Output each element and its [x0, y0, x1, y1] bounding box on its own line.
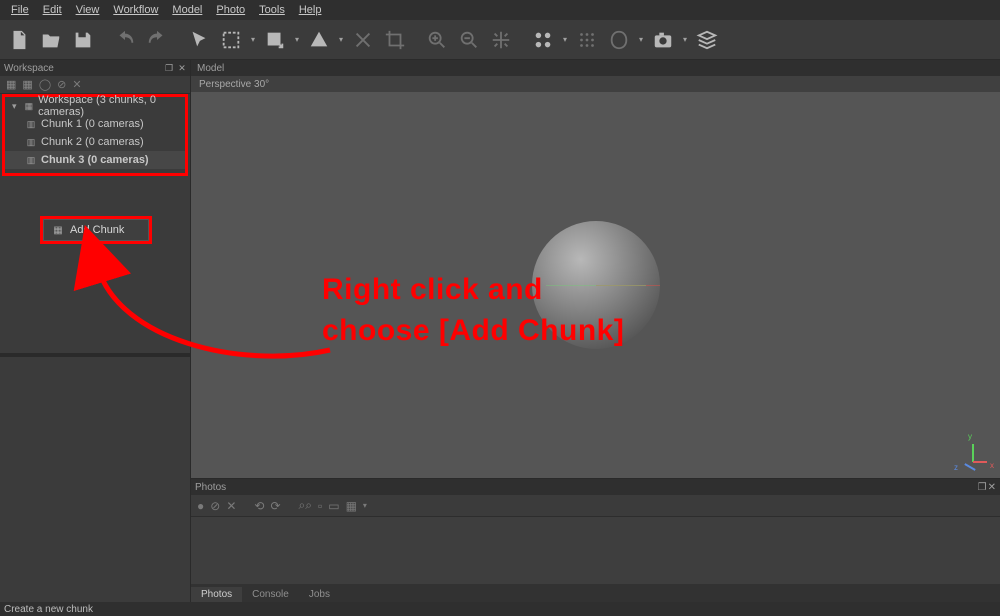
photos-grid-dropdown[interactable]: ▾ [363, 501, 367, 510]
workspace-tree[interactable]: ▾ ▦ Workspace (3 chunks, 0 cameras) ▥ Ch… [5, 97, 185, 169]
context-menu-add-chunk[interactable]: ▦ Add Chunk [43, 219, 149, 241]
ws-add-chunk2-icon[interactable]: ▦ [22, 78, 32, 91]
redo-button[interactable] [142, 25, 172, 55]
workspace-panel-header: Workspace ❐ ✕ [0, 60, 190, 76]
chunk-icon: ▥ [25, 154, 37, 166]
zoom-out-button[interactable] [454, 25, 484, 55]
tree-item-label: Chunk 2 (0 cameras) [41, 136, 144, 148]
model-panel-title: Model [197, 63, 224, 74]
tree-root[interactable]: ▾ ▦ Workspace (3 chunks, 0 cameras) [5, 97, 185, 115]
panel-float-icon[interactable]: ❐ [978, 482, 987, 493]
main-toolbar: ▾ ▾ ▾ ▾ ▾ ▾ [0, 20, 1000, 60]
axis-gizmo: yxz [958, 438, 988, 468]
tree-root-label: Workspace (3 chunks, 0 cameras) [38, 94, 185, 118]
layers-button[interactable] [692, 25, 722, 55]
workspace-icon: ▦ [24, 100, 35, 112]
crop-button[interactable] [380, 25, 410, 55]
menu-help[interactable]: Help [292, 2, 329, 18]
photos-rotate-cw-icon[interactable]: ⟳ [270, 499, 280, 513]
menu-photo[interactable]: Photo [209, 2, 252, 18]
save-button[interactable] [68, 25, 98, 55]
photos-body [191, 517, 1000, 584]
camera-dropdown[interactable]: ▾ [680, 35, 690, 44]
view-model-button[interactable] [604, 25, 634, 55]
photos-disable-icon[interactable]: ⊘ [210, 499, 220, 513]
menu-workflow[interactable]: Workflow [106, 2, 165, 18]
photos-detail-icon[interactable]: ▭ [328, 499, 339, 513]
open-file-button[interactable] [36, 25, 66, 55]
status-text: Create a new chunk [4, 604, 93, 615]
menu-bar: File Edit View Workflow Model Photo Tool… [0, 0, 1000, 20]
photos-toolbar: ● ⊘ ✕ ⟲ ⟳ ⌕⌕ ▫ ▭ ▦ ▾ [191, 495, 1000, 517]
move-region-dropdown[interactable]: ▾ [292, 35, 302, 44]
ws-add-chunk-icon[interactable]: ▦ [6, 78, 16, 91]
workspace-panel: Workspace ❐ ✕ ▦ ▦ ◯ ⊘ ✕ ▾ ▦ Workspace (3… [0, 60, 191, 602]
photos-grid-icon[interactable]: ▦ [346, 499, 357, 513]
annotation-tree-highlight: ▾ ▦ Workspace (3 chunks, 0 cameras) ▥ Ch… [2, 94, 188, 176]
ws-remove-icon[interactable]: ✕ [72, 78, 81, 91]
view-points-dropdown[interactable]: ▾ [560, 35, 570, 44]
photos-enable-icon[interactable]: ● [197, 499, 204, 513]
tab-photos[interactable]: Photos [191, 587, 242, 602]
new-file-button[interactable] [4, 25, 34, 55]
move-region-button[interactable] [260, 25, 290, 55]
viewport-label: Perspective 30° [199, 79, 269, 90]
zoom-in-button[interactable] [422, 25, 452, 55]
status-bar: Create a new chunk [0, 602, 1000, 616]
tree-chunk-3[interactable]: ▥ Chunk 3 (0 cameras) [5, 151, 185, 169]
photos-remove-icon[interactable]: ✕ [226, 499, 236, 513]
undo-button[interactable] [110, 25, 140, 55]
transform-button[interactable] [304, 25, 334, 55]
panel-float-icon[interactable]: ❐ [163, 62, 175, 74]
tree-item-label: Chunk 3 (0 cameras) [41, 154, 149, 166]
menu-model[interactable]: Model [165, 2, 209, 18]
menu-tools[interactable]: Tools [252, 2, 292, 18]
rect-select-dropdown[interactable]: ▾ [248, 35, 258, 44]
photos-panel: Photos ❐ ✕ ● ⊘ ✕ ⟲ ⟳ ⌕⌕ ▫ ▭ ▦ ▾ [191, 478, 1000, 602]
annotation-text: Right click and choose [Add Chunk] [322, 270, 624, 351]
ws-enable-icon[interactable]: ◯ [39, 78, 51, 91]
menu-view[interactable]: View [69, 2, 107, 18]
view-points-button[interactable] [528, 25, 558, 55]
model-panel-header: Model [191, 60, 1000, 76]
chunk-icon: ▥ [25, 136, 37, 148]
photos-rotate-ccw-icon[interactable]: ⟲ [254, 499, 264, 513]
tab-jobs[interactable]: Jobs [299, 587, 340, 602]
view-model-dropdown[interactable]: ▾ [636, 35, 646, 44]
tree-item-label: Chunk 1 (0 cameras) [41, 118, 144, 130]
add-chunk-icon: ▦ [52, 224, 64, 236]
tab-console[interactable]: Console [242, 587, 299, 602]
view-dense-button[interactable] [572, 25, 602, 55]
bottom-tabs: Photos Console Jobs [191, 584, 1000, 602]
workspace-toolbar: ▦ ▦ ◯ ⊘ ✕ [0, 76, 190, 94]
fit-button[interactable] [486, 25, 516, 55]
camera-button[interactable] [648, 25, 678, 55]
photos-panel-header: Photos ❐ ✕ [191, 479, 1000, 495]
transform-dropdown[interactable]: ▾ [336, 35, 346, 44]
chunk-icon: ▥ [25, 118, 37, 130]
ws-disable-icon[interactable]: ⊘ [57, 78, 66, 91]
menu-edit[interactable]: Edit [36, 2, 69, 18]
annotation-context-menu-highlight: ▦ Add Chunk [40, 216, 152, 244]
photos-panel-title: Photos [195, 482, 226, 493]
menu-file[interactable]: File [4, 2, 36, 18]
delete-button[interactable] [348, 25, 378, 55]
tree-chunk-2[interactable]: ▥ Chunk 2 (0 cameras) [5, 133, 185, 151]
panel-close-icon[interactable]: ✕ [988, 482, 996, 493]
photos-find-icon[interactable]: ⌕⌕ [299, 498, 312, 513]
pointer-button[interactable] [184, 25, 214, 55]
rect-select-button[interactable] [216, 25, 246, 55]
viewport-label-bar: Perspective 30° [191, 76, 1000, 92]
workspace-panel-title: Workspace [4, 63, 54, 74]
photos-small-icon[interactable]: ▫ [318, 499, 322, 513]
panel-close-icon[interactable]: ✕ [176, 62, 188, 74]
tree-expand-icon[interactable]: ▾ [9, 100, 20, 112]
left-bottom-panel [0, 357, 190, 602]
context-menu-label: Add Chunk [70, 224, 124, 236]
